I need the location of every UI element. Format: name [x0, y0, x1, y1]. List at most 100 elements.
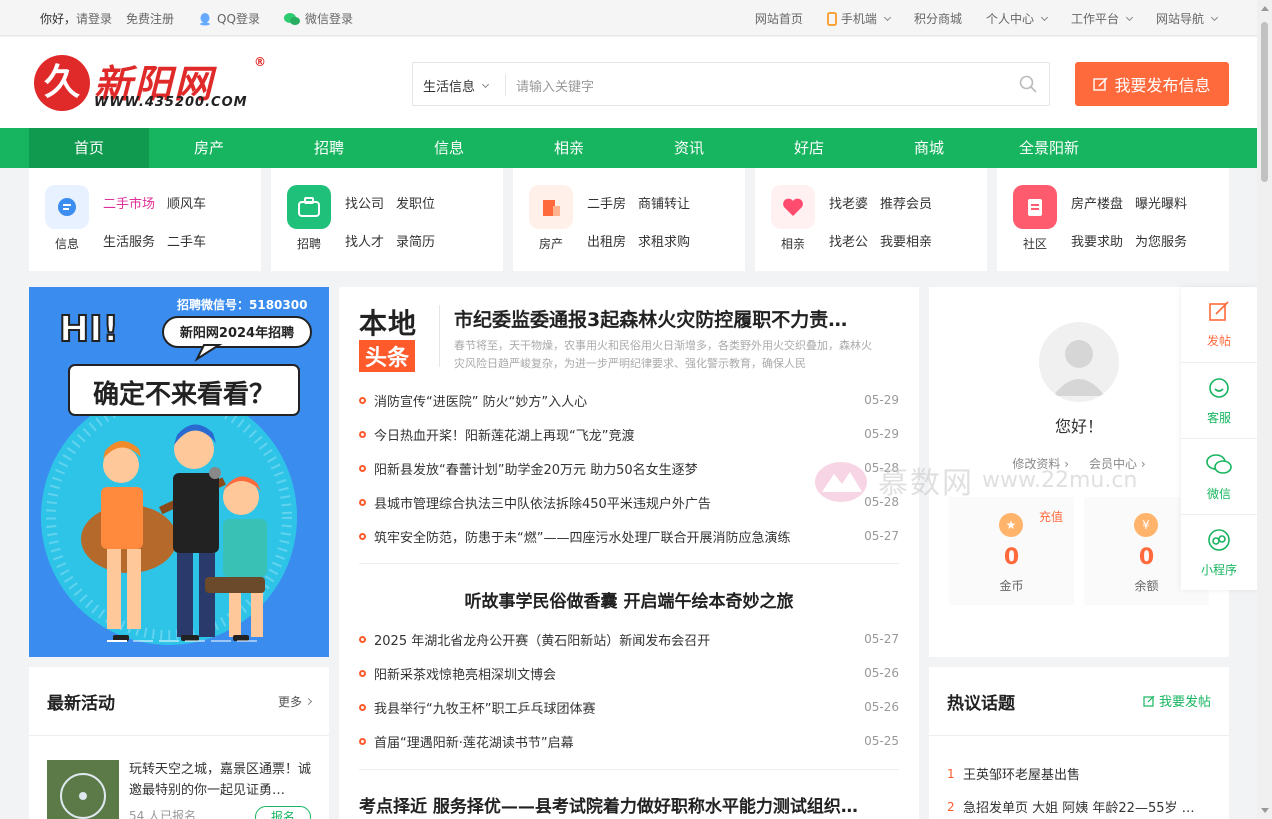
scroll-down-icon[interactable]	[1261, 808, 1269, 813]
news-item[interactable]: 首届“理遇阳新·莲花湖读书节”启幕 05-25	[359, 724, 899, 758]
category-link[interactable]: 顺风车	[167, 193, 206, 212]
category-link[interactable]: 出租房	[587, 231, 626, 250]
house-icon[interactable]	[529, 185, 573, 229]
info-icon[interactable]	[45, 185, 89, 229]
search-icon[interactable]	[1019, 75, 1037, 93]
hot-heading: 热议话题	[947, 694, 1015, 714]
login-link[interactable]: 请登录	[76, 12, 112, 26]
activity-thumbnail[interactable]	[47, 760, 119, 819]
category-link[interactable]: 推荐会员	[880, 193, 932, 212]
rank-number: 1	[947, 766, 955, 781]
wechat-login-link[interactable]: 微信登录	[283, 10, 353, 27]
category-link[interactable]: 找老公	[829, 231, 868, 250]
category-link[interactable]: 找公司	[345, 193, 384, 212]
category-card: 相亲 找老婆 推荐会员 找老公 我要相亲	[755, 168, 987, 271]
search-input[interactable]: 请输入关键字	[516, 76, 594, 95]
category-card: 信息 二手市场 顺风车 生活服务 二手车	[29, 168, 261, 271]
headline-summary: 春节将至，天干物燥，农事用火和民俗用火日渐增多，各类野外用火交织叠加，森林火灾风…	[454, 339, 872, 370]
category-label[interactable]: 招聘	[287, 235, 331, 252]
category-card: 房产 二手房 商铺转让 出租房 求租求购	[513, 168, 745, 271]
news-date: 05-29	[864, 393, 899, 407]
recruit-icon[interactable]	[287, 185, 331, 229]
mobile-icon	[827, 11, 837, 26]
site-nav-menu[interactable]: 网站导航	[1156, 10, 1219, 27]
category-card: 社区 房产楼盘 曝光曝料 我要求助 为您服务	[997, 168, 1229, 271]
mobile-link[interactable]: 手机端	[827, 10, 891, 27]
category-link[interactable]: 找老婆	[829, 193, 868, 212]
nav-item[interactable]: 好店	[749, 128, 869, 168]
news-item[interactable]: 今日热血开桨！阳新莲花湖上再现“飞龙”竞渡 05-29	[359, 417, 899, 451]
nav-item[interactable]: 招聘	[269, 128, 389, 168]
activity-signups: 54 人已报名	[129, 809, 197, 819]
category-link[interactable]: 二手市场	[103, 193, 155, 212]
side-float-wechat[interactable]: 微信	[1181, 439, 1257, 515]
bullet-icon	[359, 430, 366, 438]
category-label[interactable]: 社区	[1013, 235, 1057, 252]
headline-title[interactable]: 市纪委监委通报3起森林火灾防控履职不力责…	[454, 305, 894, 332]
register-link[interactable]: 免费注册	[126, 10, 174, 27]
bottom-headline[interactable]: 考点择近 服务择优——县考试院着力做好职称水平能力测试组织…	[359, 792, 899, 817]
sub-headline[interactable]: 听故事学民俗做香囊 开启端午绘本奇妙之旅	[339, 587, 919, 612]
category-link[interactable]: 我要相亲	[880, 231, 932, 250]
activity-title[interactable]: 玩转天空之城，嘉景区通票！诚邀最特别的你一起见证勇…	[129, 759, 314, 801]
category-link[interactable]: 二手房	[587, 193, 626, 212]
scroll-up-icon[interactable]	[1261, 6, 1269, 11]
site-home-link[interactable]: 网站首页	[755, 10, 803, 27]
category-link[interactable]: 生活服务	[103, 231, 155, 250]
news-divider	[359, 563, 899, 564]
news-item[interactable]: 2025 年湖北省龙舟公开赛（黄石阳新站）新闻发布会召开 05-27	[359, 622, 899, 656]
category-link[interactable]: 录简历	[396, 231, 435, 250]
workbench-menu[interactable]: 工作平台	[1071, 10, 1134, 27]
nav-item[interactable]: 资讯	[629, 128, 749, 168]
publish-info-button[interactable]: 我要发布信息	[1075, 62, 1229, 106]
nav-item[interactable]: 首页	[29, 128, 149, 168]
category-label[interactable]: 相亲	[771, 235, 815, 252]
nav-item[interactable]: 房产	[149, 128, 269, 168]
community-icon[interactable]	[1013, 185, 1057, 229]
recharge-link[interactable]: 充值	[1039, 508, 1063, 525]
page-scrollbar[interactable]	[1257, 0, 1272, 819]
personal-center-menu[interactable]: 个人中心	[986, 10, 1049, 27]
category-link[interactable]: 找人才	[345, 231, 384, 250]
nav-item[interactable]: 信息	[389, 128, 509, 168]
activity-more-link[interactable]: 更多	[278, 693, 313, 710]
qq-login-link[interactable]: QQ登录	[198, 10, 260, 27]
category-link[interactable]: 求租求购	[638, 231, 690, 250]
category-link[interactable]: 发职位	[396, 193, 435, 212]
news-item[interactable]: 阳新采茶戏惊艳亮相深圳文博会 05-26	[359, 656, 899, 690]
avatar[interactable]	[1039, 322, 1119, 402]
side-float-post[interactable]: 发帖	[1181, 287, 1257, 363]
logo-url: WWW.435200.COM	[94, 95, 248, 110]
category-label[interactable]: 信息	[45, 235, 89, 252]
site-logo[interactable]: 久 新阳网 WWW.435200.COM ®	[34, 55, 274, 115]
rank-number: 2	[947, 799, 955, 814]
miniprogram-icon	[1207, 528, 1231, 555]
hot-topic-item[interactable]: 1 王英邹环老屋基出售	[947, 757, 1212, 790]
news-item[interactable]: 我县举行“九牧王杯”职工乒乓球团体赛 05-26	[359, 690, 899, 724]
watermark: 慕数网 www.22mu.cn	[812, 456, 1137, 504]
post-topic-link[interactable]: 我要发帖	[1143, 691, 1211, 710]
signup-button[interactable]: 报名	[255, 806, 311, 819]
category-link[interactable]: 二手车	[167, 231, 206, 250]
scroll-thumb[interactable]	[1261, 22, 1268, 182]
nav-item[interactable]: 相亲	[509, 128, 629, 168]
hot-topic-item[interactable]: 2 急招发单页 大姐 阿姨 年龄22—55岁 …	[947, 790, 1212, 819]
nav-item[interactable]: 商城	[869, 128, 989, 168]
news-item[interactable]: 消防宣传“进医院” 防火“妙方”入人心 05-29	[359, 383, 899, 417]
news-item[interactable]: 筑牢安全防范，防患于未“燃”——四座污水处理厂联合开展消防应急演练 05-27	[359, 519, 899, 553]
recruit-banner[interactable]: 招聘微信号：5180300 新阳网2024年招聘 HI! 确定不来看看？	[29, 287, 329, 657]
category-link[interactable]: 商铺转让	[638, 193, 690, 212]
search-category-select[interactable]: 生活信息	[423, 76, 490, 95]
heart-icon[interactable]	[771, 185, 815, 229]
category-link[interactable]: 我要求助	[1071, 231, 1123, 250]
side-float-miniprogram[interactable]: 小程序	[1181, 515, 1257, 591]
nav-item[interactable]: 全景阳新	[989, 128, 1109, 168]
category-link[interactable]: 房产楼盘	[1071, 193, 1123, 212]
side-float-service[interactable]: 客服	[1181, 363, 1257, 439]
ferris-wheel-image	[47, 760, 119, 819]
post-icon	[1208, 300, 1230, 326]
category-link[interactable]: 为您服务	[1135, 231, 1187, 250]
points-mall-link[interactable]: 积分商城	[914, 10, 962, 27]
category-label[interactable]: 房产	[529, 235, 573, 252]
category-link[interactable]: 曝光曝料	[1135, 193, 1187, 212]
